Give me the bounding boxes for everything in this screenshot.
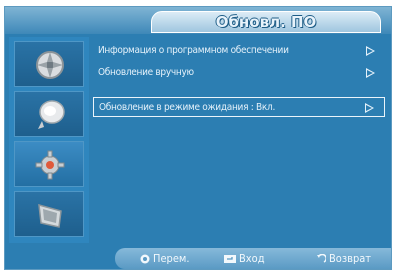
arrow-right-icon [366,46,375,56]
menu-item-label: Обновление в режиме ожидания : Вкл. [99,102,276,113]
enter-icon [224,255,236,263]
sidebar-item-setup[interactable] [14,141,84,187]
menu-item-manual-update[interactable]: Обновление вручную [93,63,385,83]
menu-item-label: Информация о программном обеспечении [98,45,289,56]
hint-move: Перем. [140,248,190,269]
menu-item-software-info[interactable]: Информация о программном обеспечении [93,41,385,61]
menu-list: Информация о программном обеспечении Обн… [91,37,389,243]
picture-icon [36,51,64,79]
hint-move-label: Перем. [153,252,190,265]
sidebar-item-sound[interactable] [14,91,84,137]
menu-item-label: Обновление вручную [98,67,194,78]
input-icon [38,203,62,228]
arrow-right-icon [365,103,374,113]
setup-gear-icon [35,150,65,180]
move-dpad-icon [140,254,150,264]
sound-icon [38,100,65,129]
hint-enter: Вход [224,248,265,269]
arrow-right-icon [366,68,375,78]
sidebar-item-picture[interactable] [14,41,84,87]
category-sidebar [9,37,89,243]
hint-return-label: Возврат [329,252,372,265]
hint-enter-label: Вход [239,252,265,265]
sidebar-item-input[interactable] [14,191,84,237]
return-icon [317,254,326,263]
osd-menu-window: Обновл. ПО Информация о программном обес… [4,6,392,270]
hint-return: Возврат [316,248,371,269]
menu-title: Обновл. ПО [215,13,317,31]
menu-item-standby-update[interactable]: Обновление в режиме ожидания : Вкл. [93,97,385,117]
